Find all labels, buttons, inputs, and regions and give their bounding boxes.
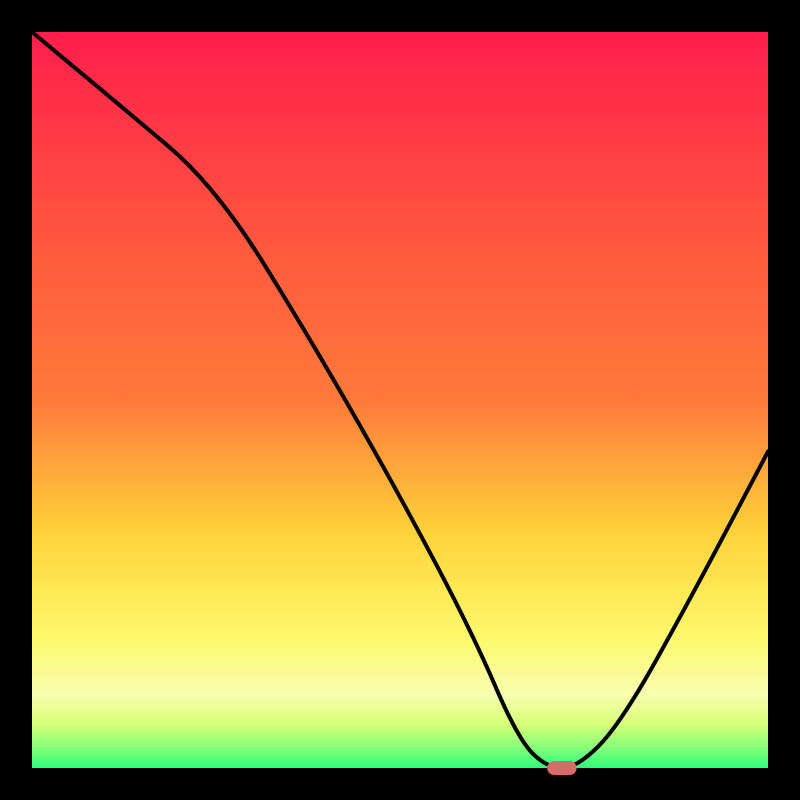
bottleneck-chart [0, 0, 800, 800]
bottleneck-marker [547, 761, 576, 775]
chart-stage: TheBottleneck.com [0, 0, 800, 800]
